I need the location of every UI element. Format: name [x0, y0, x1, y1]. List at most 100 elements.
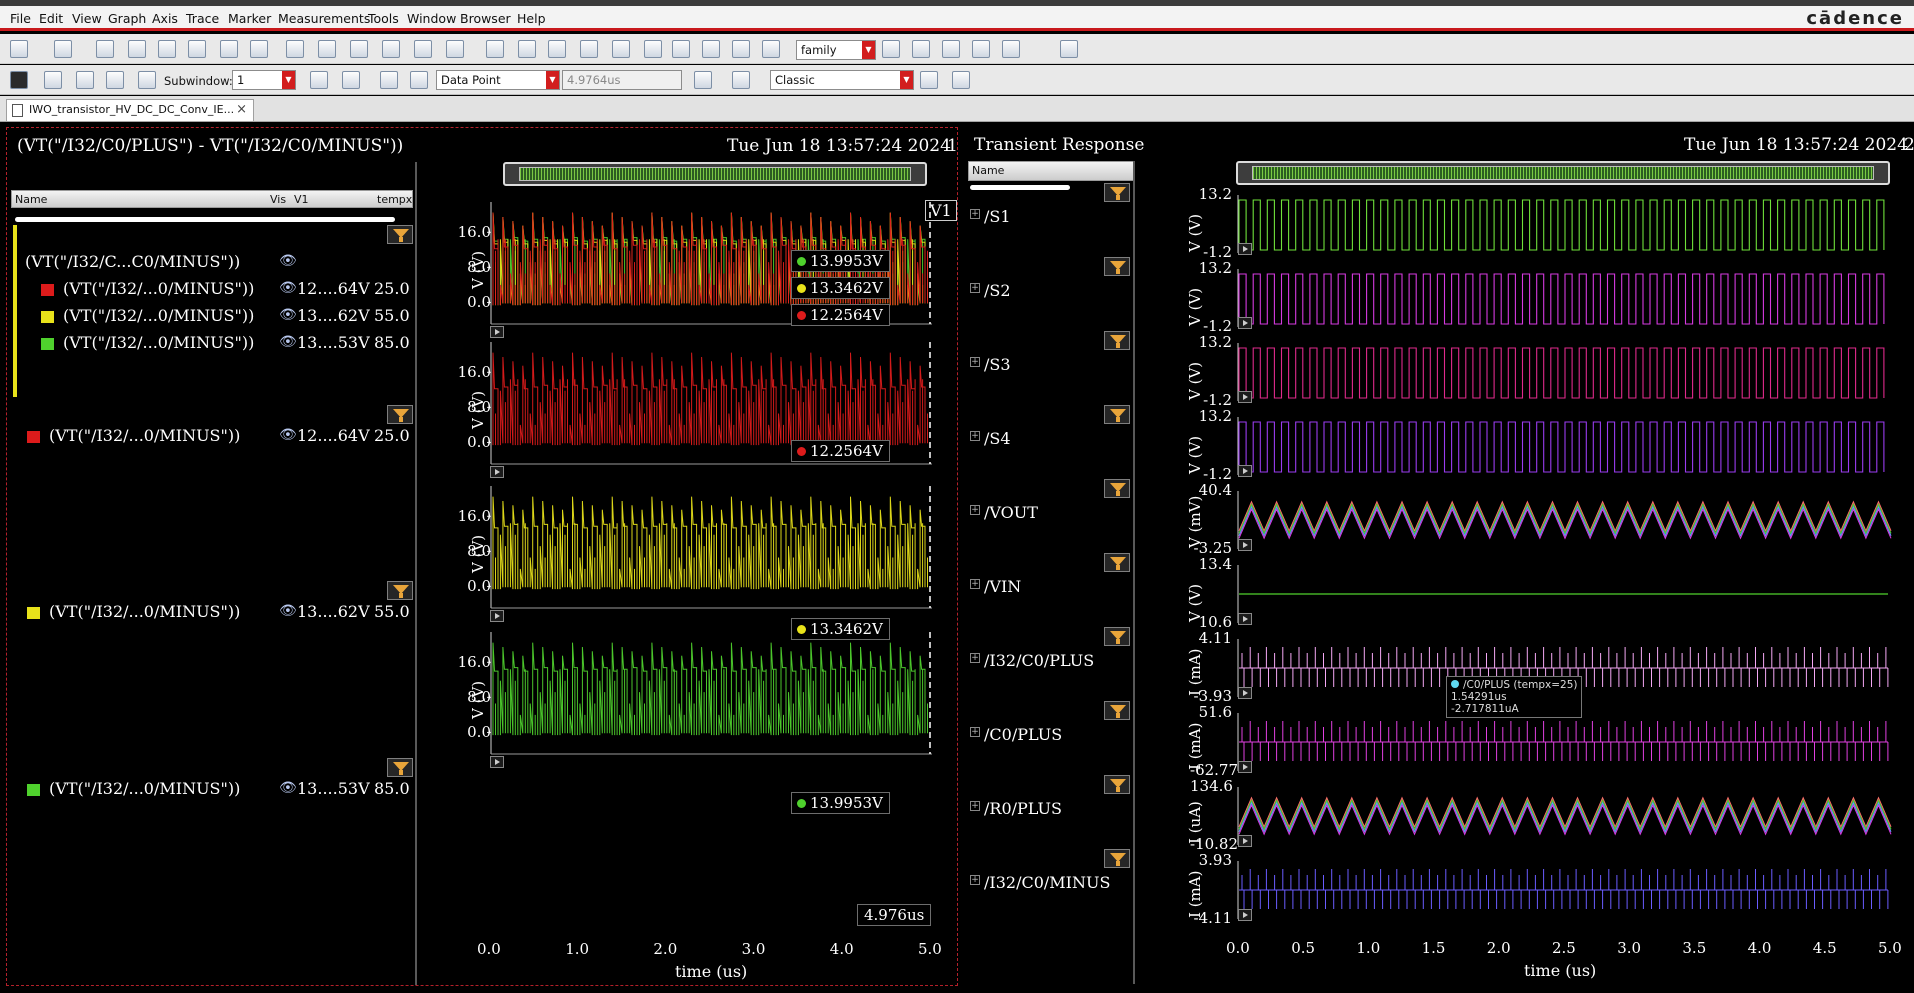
strip-expand-button[interactable]: [1238, 835, 1252, 847]
right-strip-5[interactable]: [1236, 491, 1894, 553]
signal-row[interactable]: + /I32/C0/PLUS: [970, 651, 1094, 670]
chart-icon[interactable]: [694, 71, 712, 89]
print-icon[interactable]: [158, 40, 176, 58]
signal-row[interactable]: + /VIN: [970, 577, 1021, 596]
strip-expand-button[interactable]: [1238, 687, 1252, 699]
right-strip-4[interactable]: [1236, 417, 1894, 479]
eye-icon[interactable]: 👁: [279, 780, 297, 796]
scrollbar-thumb[interactable]: [1252, 166, 1874, 180]
strip-layout-icon[interactable]: [76, 71, 94, 89]
right-strip-8[interactable]: [1236, 713, 1894, 775]
signal-row[interactable]: + /I32/C0/MINUS: [970, 873, 1110, 892]
left-strip-4[interactable]: [477, 632, 937, 770]
eye-icon[interactable]: 👁: [279, 603, 297, 619]
right-strip-3[interactable]: [1236, 343, 1894, 405]
marker-green-strip4[interactable]: 13.9953V: [791, 792, 890, 814]
filter-icon[interactable]: [1104, 331, 1130, 350]
zoom-y-icon[interactable]: [702, 40, 720, 58]
circle-icon[interactable]: [486, 40, 504, 58]
strip-expand-button[interactable]: [490, 610, 504, 622]
marker-yellow-strip3[interactable]: 13.3462V: [791, 618, 890, 640]
datapoint-combo[interactable]: Data Point ▼: [436, 70, 560, 90]
col-name[interactable]: Name: [15, 193, 47, 206]
clear-icon[interactable]: [952, 71, 970, 89]
filter-icon[interactable]: [1104, 553, 1130, 572]
filter-bar[interactable]: [15, 217, 395, 222]
right-strip-1[interactable]: [1236, 195, 1894, 257]
marker-red[interactable]: 12.2564V: [791, 304, 890, 326]
calculator-icon[interactable]: [732, 71, 750, 89]
strip-expand-button[interactable]: [1238, 317, 1252, 329]
flag-icon[interactable]: [310, 71, 328, 89]
undo-icon[interactable]: [286, 40, 304, 58]
marker-red-strip2[interactable]: 12.2564V: [791, 440, 890, 462]
zoom-out-icon[interactable]: [612, 40, 630, 58]
strip-expand-button[interactable]: [490, 756, 504, 768]
signal-row[interactable]: + /S1: [970, 207, 1011, 226]
new-window-icon[interactable]: [10, 40, 28, 58]
strip4-trace-row[interactable]: (VT("/I32/...0/MINUS")) 👁 13....53V 85.0: [27, 779, 415, 801]
filter-icon[interactable]: [1104, 701, 1130, 720]
expand-icon[interactable]: +: [970, 579, 980, 589]
copy-icon[interactable]: [382, 40, 400, 58]
edit-icon[interactable]: [250, 40, 268, 58]
right-strip-6[interactable]: [1236, 565, 1894, 627]
left-splitter[interactable]: [415, 162, 417, 985]
eye-icon[interactable]: 👁: [279, 253, 297, 269]
zoom-fit-icon[interactable]: [580, 40, 598, 58]
family-show-icon[interactable]: [1002, 40, 1020, 58]
strip-expand-button[interactable]: [1238, 391, 1252, 403]
filter-bar[interactable]: [970, 185, 1070, 190]
pan-icon[interactable]: [732, 40, 750, 58]
menu-window[interactable]: Window: [407, 11, 456, 26]
expand-icon[interactable]: +: [970, 505, 980, 515]
filter-icon[interactable]: [1104, 627, 1130, 646]
cut-icon[interactable]: [350, 40, 368, 58]
family-stack-icon[interactable]: [942, 40, 960, 58]
filter-icon[interactable]: [1104, 183, 1130, 202]
redo-icon[interactable]: [318, 40, 336, 58]
paste-icon[interactable]: [414, 40, 432, 58]
trace-group-row[interactable]: (VT("/I32/C...C0/MINUS")) 👁: [25, 252, 405, 274]
signal-row[interactable]: + /VOUT: [970, 503, 1038, 522]
left-x-scrollbar[interactable]: [503, 162, 927, 186]
col-tempx[interactable]: tempx: [377, 193, 412, 206]
strip-expand-button[interactable]: [1238, 613, 1252, 625]
arrow-left-icon[interactable]: [380, 71, 398, 89]
eye-icon[interactable]: 👁: [279, 280, 297, 296]
strip-expand-button[interactable]: [490, 466, 504, 478]
save-icon[interactable]: [128, 40, 146, 58]
grid-layout-icon[interactable]: [138, 71, 156, 89]
scrollbar-thumb[interactable]: [519, 167, 911, 181]
right-x-scrollbar[interactable]: [1236, 161, 1890, 185]
menu-graph[interactable]: Graph: [108, 11, 146, 26]
expand-icon[interactable]: +: [970, 357, 980, 367]
filter-icon[interactable]: [1104, 849, 1130, 868]
right-strip-10[interactable]: [1236, 861, 1894, 923]
filter-icon[interactable]: [1104, 479, 1130, 498]
trace-row-85[interactable]: (VT("/I32/...0/MINUS")) 👁 13....53V 85.0: [41, 333, 415, 355]
chevron-down-icon[interactable]: ▼: [862, 41, 875, 59]
zoom-reset-icon[interactable]: [762, 40, 780, 58]
marker-yellow[interactable]: 13.3462V: [791, 277, 890, 299]
info-icon[interactable]: [342, 71, 360, 89]
right-splitter[interactable]: [1133, 161, 1135, 984]
marker-green[interactable]: 13.9953V: [791, 250, 890, 272]
expand-icon[interactable]: +: [970, 653, 980, 663]
signal-row[interactable]: + /C0/PLUS: [970, 725, 1062, 744]
eye-icon[interactable]: 👁: [279, 334, 297, 350]
signal-row[interactable]: + /S2: [970, 281, 1011, 300]
menu-marker[interactable]: Marker: [228, 11, 271, 26]
filter-icon[interactable]: [1104, 775, 1130, 794]
family-overlay-icon[interactable]: [882, 40, 900, 58]
menu-trace[interactable]: Trace: [186, 11, 219, 26]
columns-layout-icon[interactable]: [106, 71, 124, 89]
grid-icon[interactable]: [1060, 40, 1078, 58]
filter-icon[interactable]: [387, 758, 413, 777]
properties-icon[interactable]: [920, 71, 938, 89]
export-icon[interactable]: [220, 40, 238, 58]
subwindow-combo[interactable]: 1 ▼: [232, 70, 296, 90]
style-combo[interactable]: Classic ▼: [770, 70, 914, 90]
strip-expand-button[interactable]: [1238, 761, 1252, 773]
menu-browser[interactable]: Browser: [460, 11, 511, 26]
